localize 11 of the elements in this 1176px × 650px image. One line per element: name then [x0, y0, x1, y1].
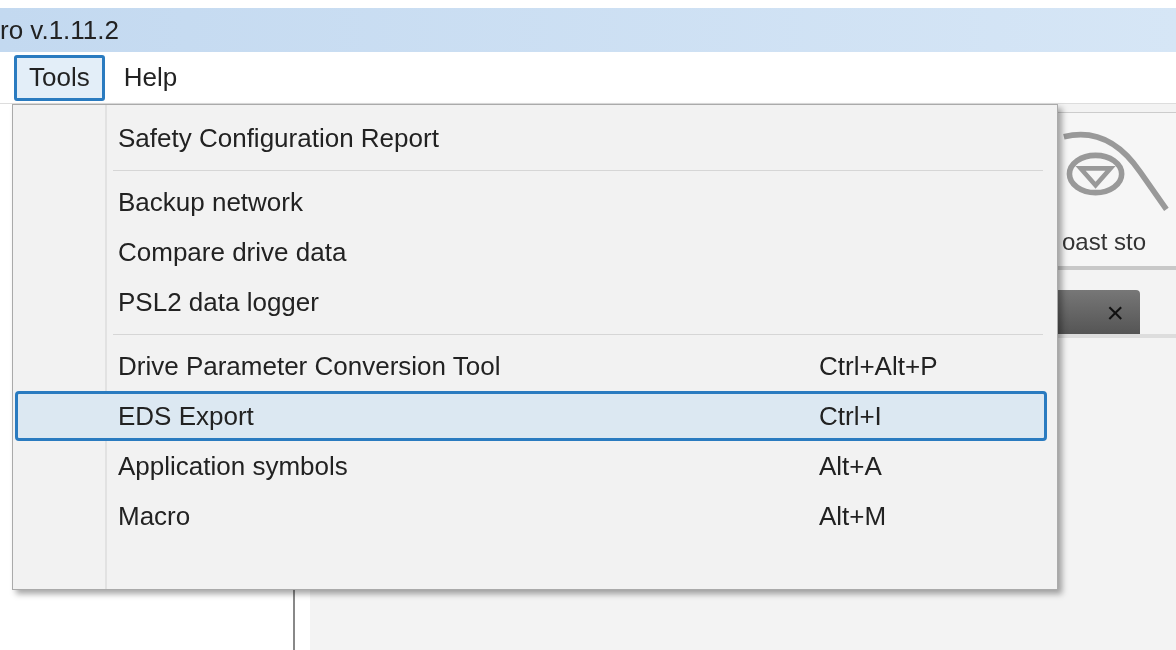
menu-entry[interactable]: EDS Export Ctrl+I [15, 391, 1047, 441]
window-title: ro v.1.11.2 [0, 13, 119, 47]
toolbar-button[interactable]: oast sto [1062, 113, 1176, 266]
menu-item[interactable]: Tools [14, 54, 105, 101]
menu-item[interactable]: Help [108, 54, 193, 101]
menu-entry[interactable]: Backup network [15, 177, 1047, 227]
menu-entry[interactable]: Compare drive data [15, 227, 1047, 277]
menu-entry[interactable]: Macro Alt+M [15, 491, 1047, 541]
menu-entry[interactable]: Application symbols Alt+A [15, 441, 1047, 491]
menu-entry[interactable]: Safety Configuration Report [15, 113, 1047, 163]
menu-entry[interactable]: Drive Parameter Conversion Tool Ctrl+Alt+P [15, 341, 1047, 391]
